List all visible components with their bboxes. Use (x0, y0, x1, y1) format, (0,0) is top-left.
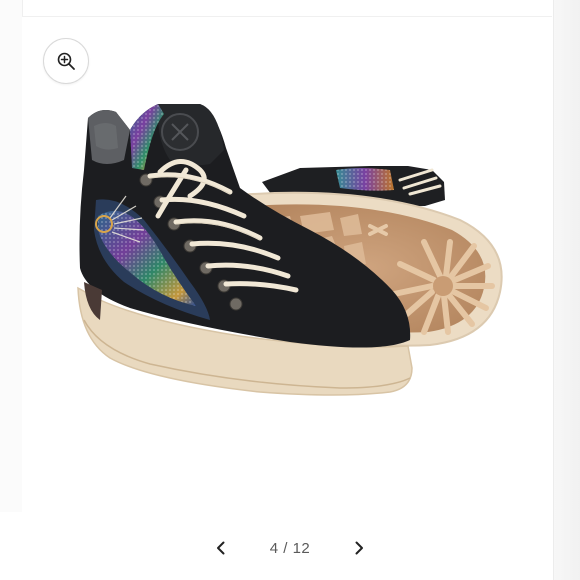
chevron-left-icon (216, 541, 225, 555)
previous-slide-peek (0, 0, 23, 512)
slide-counter: 4 / 12 (270, 540, 311, 557)
previous-slide-button[interactable] (210, 537, 232, 559)
total-slide-count: 12 (292, 539, 311, 557)
product-image[interactable] (40, 20, 540, 500)
product-gallery: 4 / 12 (0, 0, 580, 580)
next-slide-peek (553, 0, 580, 580)
chevron-right-icon (355, 541, 364, 555)
zoom-in-icon (57, 52, 75, 70)
slide-pager: 4 / 12 (0, 530, 580, 566)
zoom-button[interactable] (43, 38, 89, 84)
current-slide-number: 4 (269, 539, 279, 557)
next-slide-button[interactable] (348, 537, 370, 559)
